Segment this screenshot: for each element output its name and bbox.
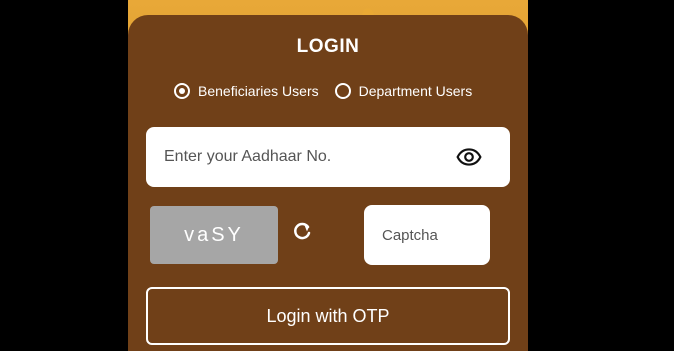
refresh-icon[interactable] <box>290 220 314 244</box>
captcha-image: vaSY <box>150 206 278 264</box>
aadhaar-field-container <box>146 127 510 187</box>
user-type-radio-group: Beneficiaries Users Department Users <box>174 83 488 99</box>
radio-label-department: Department Users <box>358 83 473 99</box>
captcha-input[interactable] <box>380 225 474 245</box>
screen: LOGIN Beneficiaries Users Department Use… <box>0 0 674 351</box>
eye-icon[interactable] <box>456 144 482 170</box>
radio-option-beneficiaries[interactable]: Beneficiaries Users <box>174 83 319 99</box>
login-with-otp-button[interactable]: Login with OTP <box>146 287 510 345</box>
aadhaar-input[interactable] <box>162 147 456 167</box>
radio-button-selected[interactable] <box>174 83 190 99</box>
radio-button-unselected[interactable] <box>334 83 351 99</box>
radio-option-department[interactable]: Department Users <box>334 83 473 99</box>
login-title: LOGIN <box>296 36 360 57</box>
radio-label-beneficiaries: Beneficiaries Users <box>198 83 319 99</box>
captcha-field-container <box>364 205 490 265</box>
